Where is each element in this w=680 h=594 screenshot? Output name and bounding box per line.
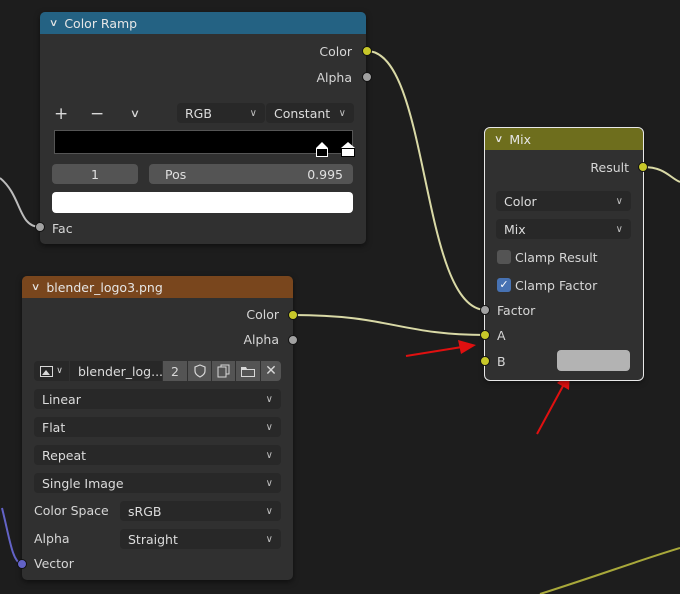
collapse-chevron-icon[interactable]: ∨ — [494, 134, 504, 145]
chevron-down-icon: ∨ — [56, 366, 63, 376]
mix-result-output-socket[interactable] — [638, 162, 648, 172]
clamp-factor-checkbox[interactable]: ✓ — [497, 278, 511, 292]
image-browse-button[interactable]: ∨ — [34, 361, 69, 381]
clamp-factor-label: Clamp Factor — [515, 278, 598, 293]
chevron-down-icon: ∨ — [265, 533, 273, 545]
chevron-down-icon: ∨ — [265, 421, 273, 433]
mix-node[interactable]: ∨ Mix Result Color ∨ Mix ∨ Clamp Result ✓ … — [484, 127, 644, 381]
color-stop-marker-black[interactable] — [316, 142, 328, 157]
image-name-field[interactable]: blender_log... — [70, 361, 162, 381]
input-factor-label: Factor — [497, 303, 536, 318]
output-color-label: Color — [246, 307, 279, 322]
alpha-mode-dropdown[interactable]: Straight ∨ — [120, 529, 281, 549]
output-color-label: Color — [319, 44, 352, 59]
interpolation-dropdown[interactable]: Linear ∨ — [34, 389, 281, 409]
color-space-dropdown[interactable]: sRGB ∨ — [120, 501, 281, 521]
color-ramp-fac-input-socket[interactable] — [35, 222, 45, 232]
chevron-down-icon: ∨ — [265, 449, 273, 461]
link-image-color-to-mix-a[interactable] — [292, 314, 487, 336]
input-vector-label: Vector — [34, 556, 74, 571]
color-ramp-node[interactable]: ∨ Color Ramp Color Alpha + − ∨ RGB ∨ Cons… — [40, 12, 366, 244]
chevron-down-icon: ∨ — [265, 505, 273, 517]
image-texture-node[interactable]: ∨ blender_logo3.png Color Alpha ∨ blende… — [22, 276, 293, 580]
red-arrow-b — [536, 372, 570, 435]
chevron-down-icon: ∨ — [265, 477, 273, 489]
color-ramp-alpha-output-socket[interactable] — [362, 72, 372, 82]
user-count-button[interactable]: 2 — [163, 361, 187, 381]
interpolation-dropdown[interactable]: Constant ∨ — [266, 103, 354, 123]
image-color-output-socket[interactable] — [288, 310, 298, 320]
color-ramp-header[interactable]: ∨ Color Ramp — [40, 12, 366, 34]
b-color-swatch[interactable] — [557, 350, 630, 371]
blend-mode-dropdown[interactable]: Mix ∨ — [496, 219, 631, 239]
mix-b-input-socket[interactable] — [480, 356, 490, 366]
chevron-down-icon: ∨ — [338, 107, 346, 119]
mix-header[interactable]: ∨ Mix — [485, 128, 643, 150]
clamp-result-label: Clamp Result — [515, 250, 598, 265]
stop-color-swatch[interactable] — [52, 192, 353, 213]
alpha-label: Alpha — [34, 531, 70, 546]
input-fac-label: Fac — [52, 221, 73, 236]
color-stop-marker-white[interactable] — [341, 142, 355, 157]
color-ramp-color-output-socket[interactable] — [362, 46, 372, 56]
fake-user-shield-icon[interactable] — [188, 361, 211, 381]
input-b-label: B — [497, 354, 506, 369]
projection-dropdown[interactable]: Flat ∨ — [34, 417, 281, 437]
node-title: Mix — [509, 131, 531, 147]
stop-position-field[interactable]: Pos 0.995 — [149, 164, 353, 184]
link-colorramp-color-to-mix-factor[interactable] — [366, 50, 487, 311]
output-alpha-label: Alpha — [243, 332, 279, 347]
link-incoming-vector[interactable] — [1, 507, 22, 565]
image-vector-input-socket[interactable] — [17, 559, 27, 569]
link-background-yellow[interactable] — [539, 547, 680, 594]
image-texture-header[interactable]: ∨ blender_logo3.png — [22, 276, 293, 298]
node-title: blender_logo3.png — [46, 279, 163, 295]
mix-a-input-socket[interactable] — [480, 330, 490, 340]
output-alpha-label: Alpha — [316, 70, 352, 85]
chevron-down-icon: ∨ — [265, 393, 273, 405]
output-result-label: Result — [590, 160, 629, 175]
duplicate-icon[interactable] — [212, 361, 235, 381]
mix-factor-input-socket[interactable] — [480, 305, 490, 315]
link-incoming-fac[interactable] — [0, 177, 41, 228]
link-mix-result-out[interactable] — [642, 166, 680, 183]
chevron-down-icon: ∨ — [615, 223, 623, 235]
source-dropdown[interactable]: Single Image ∨ — [34, 473, 281, 493]
ramp-menu-chevron-icon[interactable]: ∨ — [130, 107, 140, 120]
collapse-chevron-icon[interactable]: ∨ — [49, 18, 59, 29]
unlink-close-icon[interactable]: ✕ — [261, 361, 281, 381]
active-stop-index-field[interactable]: 1 — [52, 164, 138, 184]
input-a-label: A — [497, 328, 506, 343]
collapse-chevron-icon[interactable]: ∨ — [31, 282, 41, 293]
extension-dropdown[interactable]: Repeat ∨ — [34, 445, 281, 465]
clamp-result-checkbox[interactable] — [497, 250, 511, 264]
remove-stop-button[interactable]: − — [90, 104, 104, 124]
chevron-down-icon: ∨ — [615, 195, 623, 207]
add-stop-button[interactable]: + — [54, 104, 68, 124]
node-title: Color Ramp — [64, 15, 138, 31]
color-ramp-gradient[interactable] — [54, 130, 353, 154]
color-mode-dropdown[interactable]: RGB ∨ — [177, 103, 265, 123]
image-alpha-output-socket[interactable] — [288, 335, 298, 345]
red-arrow-a — [405, 340, 476, 357]
chevron-down-icon: ∨ — [249, 107, 257, 119]
image-icon — [40, 365, 54, 377]
open-folder-icon[interactable] — [236, 361, 260, 381]
color-space-label: Color Space — [34, 503, 109, 518]
data-type-dropdown[interactable]: Color ∨ — [496, 191, 631, 211]
